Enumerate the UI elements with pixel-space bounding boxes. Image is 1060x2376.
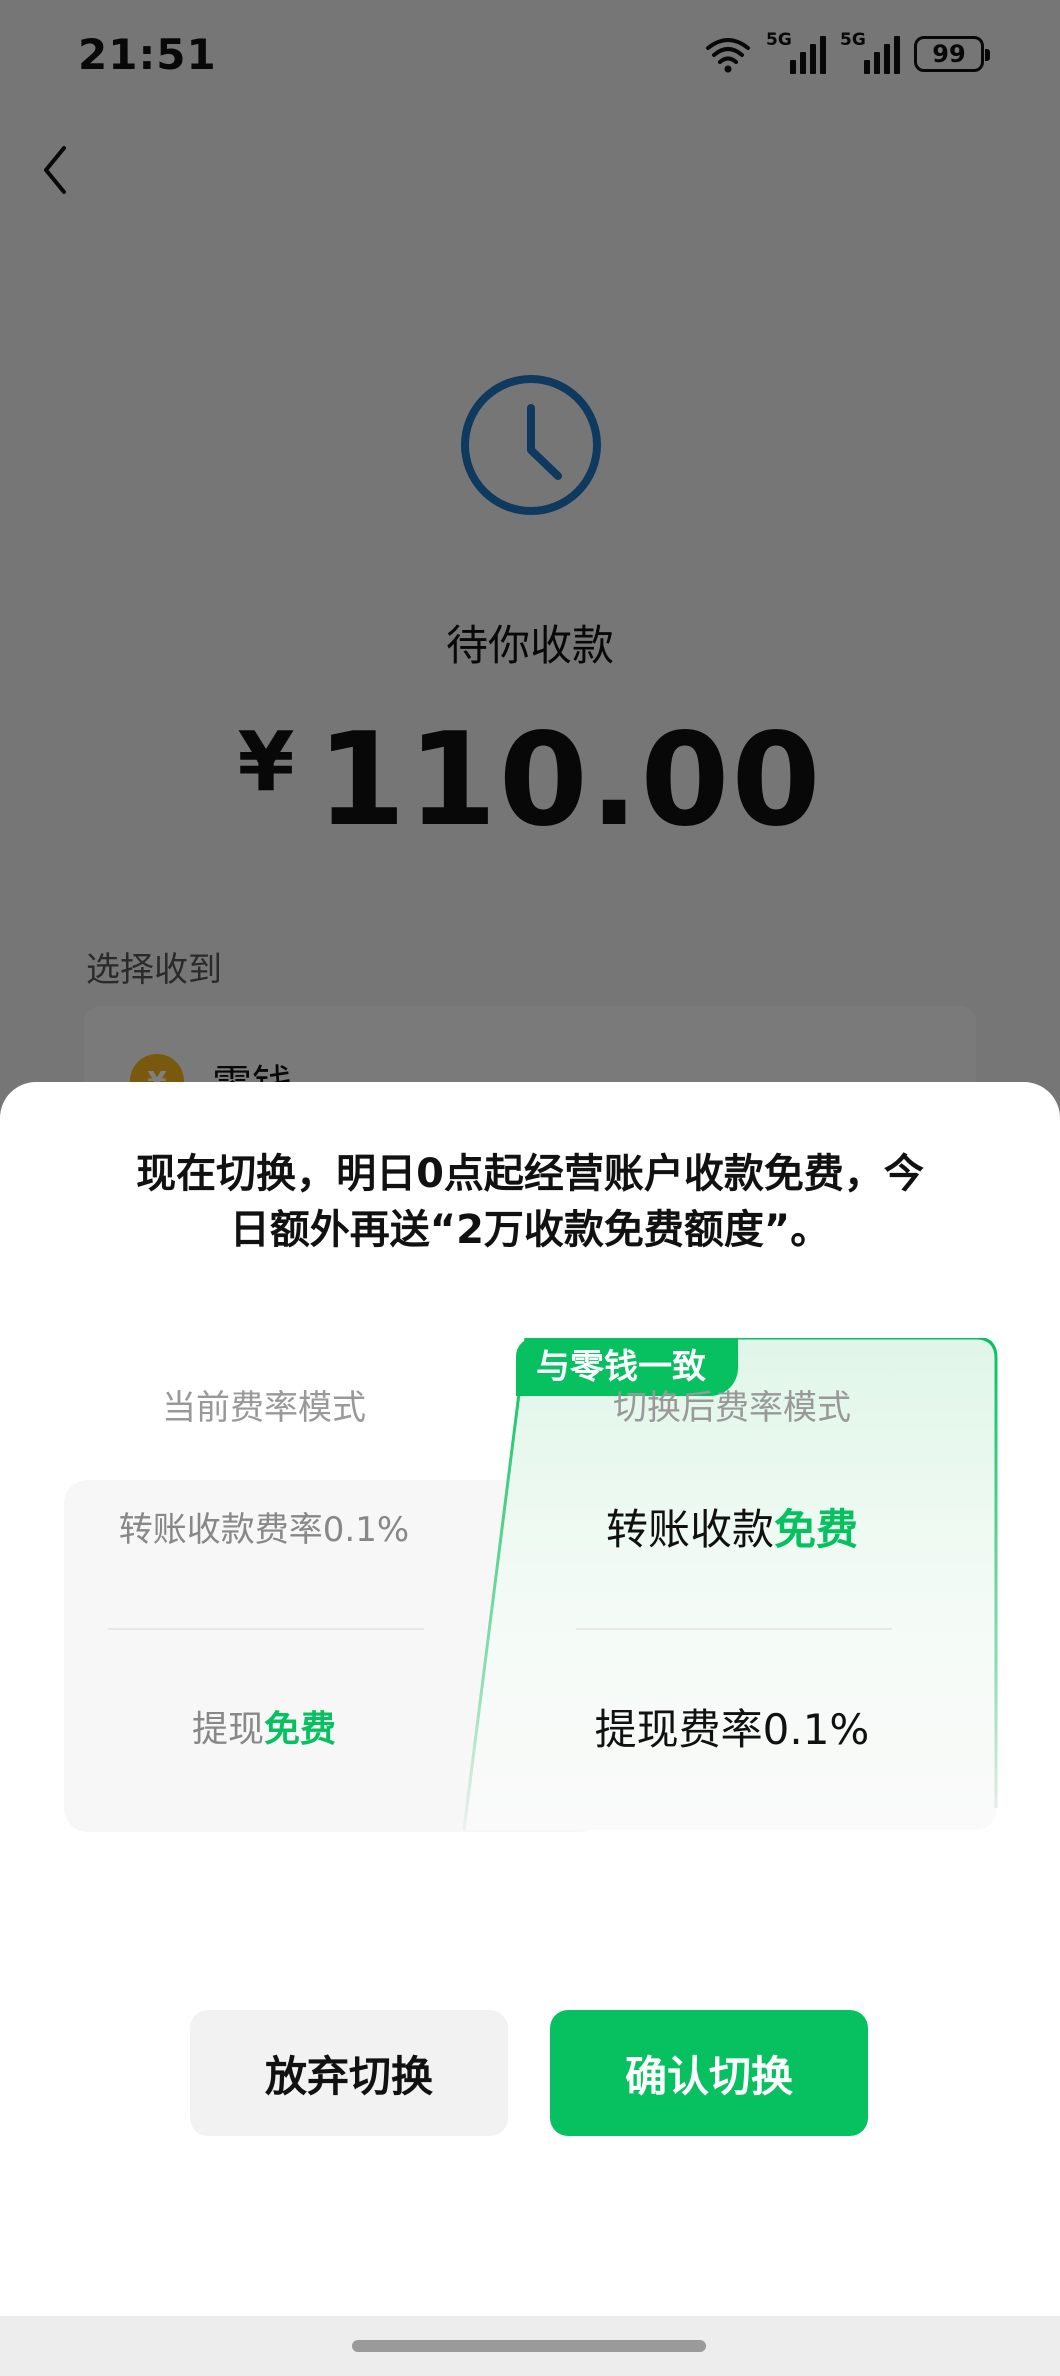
divider — [576, 1628, 892, 1630]
sheet-message-line1: 现在切换，明日0点起经营账户收款免费，今 — [136, 1151, 924, 1197]
current-mode-column: 当前费率模式 转账收款费率0.1% 提现免费 — [64, 1196, 464, 1896]
confirm-switch-button[interactable]: 确认切换 — [550, 2010, 868, 2136]
new-withdraw-fee: 提现费率0.1% — [594, 1705, 870, 1754]
new-transfer-fee: 转账收款免费 — [605, 1505, 859, 1554]
new-mode-column: 切换后费率模式 转账收款免费 提现费率0.1% — [532, 1196, 932, 1896]
current-withdraw-fee: 提现免费 — [191, 1709, 337, 1750]
current-transfer-fee: 转账收款费率0.1% — [118, 1510, 410, 1550]
divider — [108, 1628, 424, 1630]
fee-comparison: 与零钱一致 当前费率模式 转账收款费率0.1% 提现免费 切换后费率模式 转账收… — [64, 1338, 998, 1832]
cancel-switch-button[interactable]: 放弃切换 — [190, 2010, 508, 2136]
new-mode-heading: 切换后费率模式 — [613, 1388, 851, 1428]
switch-mode-sheet: 现在切换，明日0点起经营账户收款免费，今 日额外再送“2万收款免费额度”。 与零… — [0, 1082, 1060, 2316]
current-mode-heading: 当前费率模式 — [162, 1388, 366, 1428]
home-indicator[interactable] — [352, 2340, 706, 2352]
